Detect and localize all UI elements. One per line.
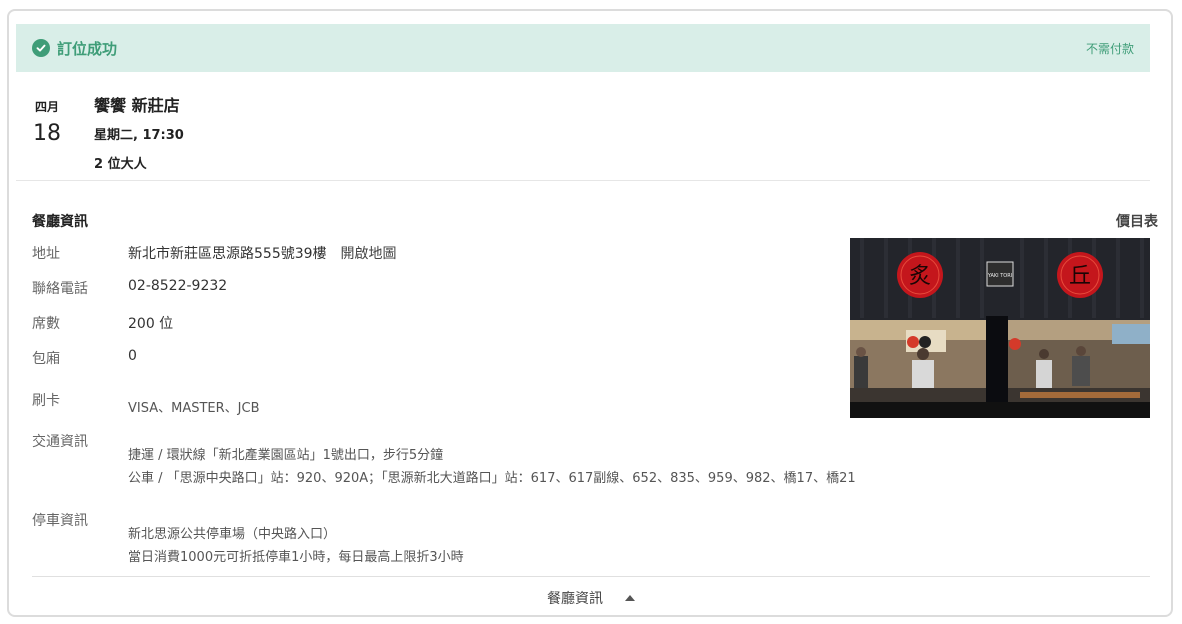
private-room-value: 0 (128, 348, 137, 364)
private-room-label: 包廂 (32, 351, 60, 367)
phone-value[interactable]: 02-8522-9232 (128, 278, 227, 294)
transit-line-1: 捷運 / 環狀線「新北產業園區站」1號出口，步行5分鐘 (128, 448, 444, 463)
open-map-link[interactable]: 開啟地圖 (341, 246, 397, 262)
reservation-month: 四月 (34, 100, 59, 114)
reservation-details: 饗饗 新莊店 星期二, 17:30 2 位大人 (94, 92, 184, 172)
phone-label: 聯絡電話 (32, 281, 88, 297)
success-banner: 訂位成功 不需付款 (16, 24, 1150, 72)
restaurant-info-heading: 餐廳資訊 (32, 214, 88, 230)
price-menu-link[interactable]: 價目表 (1116, 211, 1158, 231)
credit-card-label: 刷卡 (32, 393, 60, 409)
address-text: 新北市新莊區思源路555號39樓 (128, 246, 327, 262)
left-sign-text: 炙 (909, 264, 931, 289)
parking-line-1: 新北思源公共停車場（中央路入口） (128, 527, 337, 542)
seats-label: 席數 (32, 316, 60, 332)
right-sign-text: 丘 (1069, 264, 1091, 289)
center-sign-text: YAKI TORI (987, 273, 1012, 279)
payment-status: 不需付款 (1085, 41, 1134, 56)
caret-up-icon (625, 595, 635, 601)
collapse-info-label: 餐廳資訊 (547, 591, 603, 607)
parking-line-2: 當日消費1000元可折抵停車1小時，每日最高上限折3小時 (128, 550, 464, 565)
check-circle-icon (32, 39, 50, 57)
seats-value: 200 位 (128, 316, 174, 332)
address-value: 新北市新莊區思源路555號39樓 開啟地圖 (128, 243, 397, 263)
restaurant-photo: 炙 丘 YAKI TORI (850, 238, 1150, 418)
reservation-day: 18 (33, 121, 61, 146)
reservation-datetime: 星期二, 17:30 (94, 128, 184, 143)
reservation-summary: 四月 18 饗饗 新莊店 星期二, 17:30 2 位大人 (16, 88, 1150, 181)
collapse-info-toggle[interactable]: 餐廳資訊 (32, 576, 1150, 619)
reservation-guests: 2 位大人 (94, 157, 147, 172)
credit-card-value: VISA、MASTER、JCB (128, 401, 260, 416)
success-title: 訂位成功 (57, 39, 118, 58)
address-label: 地址 (32, 246, 60, 262)
reservation-date: 四月 18 (16, 98, 78, 146)
parking-label: 停車資訊 (32, 513, 88, 529)
restaurant-name: 饗饗 新莊店 (94, 96, 180, 115)
transit-line-2: 公車 / 「思源中央路口」站：920、920A；「思源新北大道路口」站：617、… (128, 471, 856, 486)
transit-label: 交通資訊 (32, 434, 88, 450)
